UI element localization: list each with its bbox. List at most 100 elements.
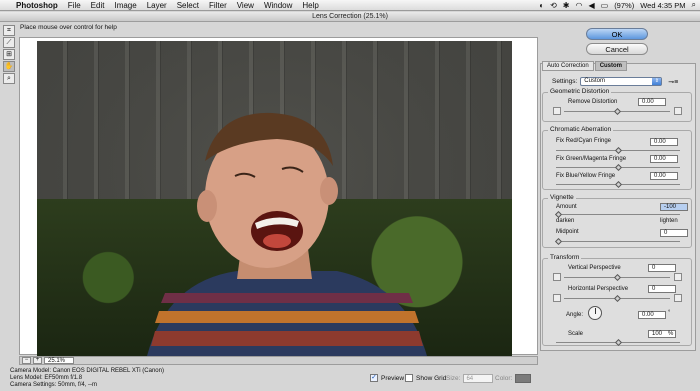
hand-tool-icon[interactable]: ✋	[3, 61, 15, 72]
menu-view[interactable]: View	[237, 1, 254, 10]
camera-model: Camera Model: Canon EOS DIGITAL REBEL XT…	[10, 368, 164, 374]
preview-canvas[interactable]	[19, 37, 538, 356]
vertical-perspective-field[interactable]: 0	[648, 264, 676, 272]
cancel-button[interactable]: Cancel	[586, 43, 648, 55]
grid-color-swatch[interactable]	[515, 374, 532, 383]
horizontal-perspective-right-icon	[674, 294, 682, 302]
angle-unit: °	[668, 310, 671, 316]
settings-label: Settings:	[552, 78, 578, 85]
status-icon[interactable]: ◐	[539, 1, 544, 10]
red-cyan-slider[interactable]	[556, 146, 680, 155]
preview-toggle[interactable]: ✓ Preview	[370, 374, 404, 382]
vertical-perspective-label: Vertical Perspective	[568, 265, 621, 271]
sync-icon[interactable]: ⟲	[550, 1, 557, 10]
spotlight-icon[interactable]: ⌕	[692, 0, 696, 10]
blue-yellow-field[interactable]: 0.00	[650, 172, 678, 180]
straighten-tool-icon[interactable]: ⟋	[3, 37, 15, 48]
ok-button[interactable]: OK	[586, 28, 648, 40]
grid-size-field[interactable]: 64	[463, 374, 494, 383]
remove-distortion-field[interactable]: 0.00	[638, 98, 666, 106]
angle-field[interactable]: 0.00	[638, 311, 666, 319]
move-grid-tool-icon[interactable]: ⊞	[3, 49, 15, 60]
battery-percent[interactable]: (97%)	[614, 1, 634, 10]
vignette-title: Vignette	[548, 194, 576, 201]
horizontal-perspective-label: Horizontal Perspective	[568, 286, 629, 292]
preview-checkbox[interactable]: ✓	[370, 374, 378, 382]
tool-palette: ⌗ ⟋ ⊞ ✋ ⌕	[3, 25, 17, 85]
settings-row: Settings: Custom ⇕ ⊸≡	[552, 77, 678, 86]
remove-distortion-label: Remove Distortion	[568, 99, 618, 105]
zoom-tool-icon[interactable]: ⌕	[3, 73, 15, 84]
color-label: Color:	[495, 375, 513, 382]
grid-color-control: Color:	[495, 374, 532, 383]
zoom-out-button[interactable]: −	[22, 357, 31, 364]
help-hint: Place mouse over control for help	[20, 24, 117, 31]
menu-select[interactable]: Select	[177, 1, 199, 10]
red-cyan-label: Fix Red/Cyan Fringe	[556, 138, 612, 144]
menu-edit[interactable]: Edit	[91, 1, 105, 10]
vertical-perspective-slider[interactable]	[564, 273, 670, 282]
settings-value: Custom	[584, 78, 605, 84]
menu-image[interactable]: Image	[114, 1, 136, 10]
vertical-perspective-right-icon	[674, 273, 682, 281]
midpoint-slider[interactable]	[554, 237, 680, 246]
clock[interactable]: Wed 4:35 PM	[640, 1, 685, 10]
menu-file[interactable]: File	[68, 1, 81, 10]
transform-title: Transform	[548, 254, 582, 261]
settings-menu-icon[interactable]: ⊸≡	[668, 78, 678, 86]
bluetooth-icon[interactable]: ✱	[563, 1, 570, 10]
midpoint-field[interactable]: 0	[660, 229, 688, 237]
show-grid-checkbox[interactable]	[405, 374, 413, 382]
camera-info: Camera Model: Canon EOS DIGITAL REBEL XT…	[10, 368, 164, 389]
geometric-distortion-title: Geometric Distortion	[548, 88, 612, 95]
volume-icon[interactable]: ◀	[588, 1, 594, 10]
lens-model: Lens Model: EF50mm f/1.8	[10, 375, 83, 381]
settings-select[interactable]: Custom ⇕	[580, 77, 663, 86]
remove-distortion-tool-icon[interactable]: ⌗	[3, 25, 15, 36]
scale-slider[interactable]	[556, 338, 680, 347]
chevron-updown-icon: ⇕	[652, 78, 662, 85]
horizontal-perspective-slider[interactable]	[564, 294, 670, 303]
red-cyan-field[interactable]: 0.00	[650, 138, 678, 146]
tab-auto-correction[interactable]: Auto Correction	[542, 61, 594, 71]
zoom-bar: − + 25.1%	[19, 356, 538, 365]
camera-settings: Camera Settings: 50mm, f/4, --m	[10, 382, 98, 388]
scale-label: Scale	[568, 331, 584, 337]
tab-custom[interactable]: Custom	[594, 61, 628, 71]
angle-dial[interactable]	[588, 306, 602, 320]
preview-label: Preview	[381, 374, 405, 382]
zoom-level-field[interactable]: 25.1%	[44, 357, 74, 364]
angle-label: Angle:	[566, 312, 584, 318]
remove-distortion-slider[interactable]	[564, 107, 670, 116]
battery-icon[interactable]: ▭	[601, 1, 609, 10]
green-magenta-field[interactable]: 0.00	[650, 155, 678, 163]
menu-layer[interactable]: Layer	[147, 1, 167, 10]
lighten-label: lighten	[660, 218, 678, 224]
barrel-icon	[674, 107, 682, 115]
blue-yellow-slider[interactable]	[556, 180, 680, 189]
amount-slider[interactable]	[554, 210, 680, 219]
horizontal-perspective-field[interactable]: 0	[648, 285, 676, 293]
child-photo	[147, 112, 427, 356]
menu-help[interactable]: Help	[302, 1, 318, 10]
vertical-perspective-left-icon	[553, 273, 561, 281]
blue-yellow-label: Fix Blue/Yellow Fringe	[556, 173, 616, 179]
app-menu[interactable]: Photoshop	[16, 1, 58, 10]
window-title: Lens Correction (25.1%)	[0, 12, 700, 22]
show-grid-toggle[interactable]: Show Grid	[405, 374, 446, 382]
menu-bar: Photoshop File Edit Image Layer Select F…	[0, 0, 700, 11]
grid-size-control: Size: 64	[446, 374, 494, 383]
green-magenta-slider[interactable]	[556, 163, 680, 172]
wifi-icon[interactable]: ◠	[575, 1, 582, 10]
chromatic-aberration-title: Chromatic Aberration	[548, 126, 614, 133]
amount-field[interactable]: -100	[660, 203, 688, 211]
pincushion-icon	[553, 107, 561, 115]
horizontal-perspective-left-icon	[553, 294, 561, 302]
amount-label: Amount	[556, 204, 577, 210]
panel-tabs: Auto Correction Custom	[542, 61, 628, 71]
zoom-in-button[interactable]: +	[33, 357, 42, 364]
menu-filter[interactable]: Filter	[209, 1, 227, 10]
menu-window[interactable]: Window	[264, 1, 292, 10]
scale-unit: %	[668, 331, 674, 337]
green-magenta-label: Fix Green/Magenta Fringe	[556, 156, 627, 162]
